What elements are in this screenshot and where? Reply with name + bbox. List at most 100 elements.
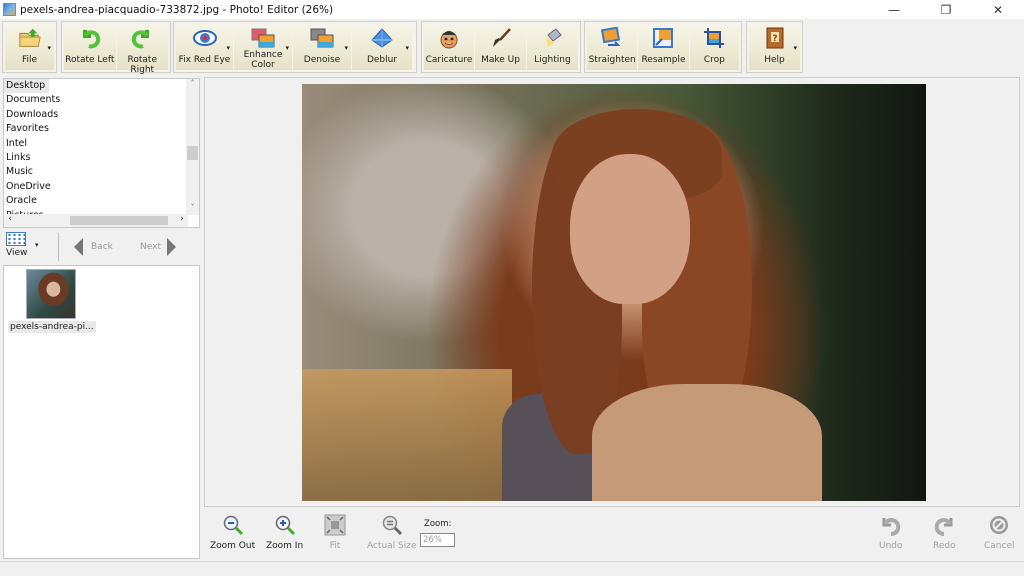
enhance-color-button[interactable]: Enhance Color ▾ [234,24,292,70]
rotate-right-label: Rotate Right [127,55,157,75]
scroll-up-icon[interactable]: ˄ [186,79,199,91]
fit-label: Fit [329,541,341,551]
help-label: Help [764,55,785,65]
caricature-button[interactable]: Caricature [424,24,474,70]
next-label: Next [140,242,161,252]
resample-icon [651,27,675,49]
redo-icon [933,514,955,536]
next-button[interactable]: Next [140,238,176,256]
deblur-button[interactable]: Deblur ▾ [352,24,412,70]
straighten-button[interactable]: Straighten [587,24,638,70]
grid-view-icon [6,232,26,246]
chevron-down-icon[interactable]: ▾ [793,44,797,52]
folder-item-documents[interactable]: Documents [4,93,199,107]
sidebar: Desktop Documents Downloads Favorites In… [0,75,205,561]
folder-item-favorites[interactable]: Favorites [4,122,199,136]
zoom-input[interactable]: 26% [420,533,455,547]
folder-item-desktop[interactable]: Desktop [4,79,50,94]
svg-text:?: ? [772,34,777,44]
folder-list[interactable]: Desktop Documents Downloads Favorites In… [3,78,200,228]
toolbar-group-rotate: Rotate Left Rotate Right [61,21,171,75]
minimize-button[interactable]: — [868,0,920,19]
toolbar-group-help: ? Help ▾ [746,21,803,73]
make-up-button[interactable]: Make Up [475,24,526,70]
arrow-right-icon [166,238,176,256]
file-button[interactable]: File ▾ [5,24,54,70]
undo-icon [880,514,902,536]
scroll-thumb[interactable] [70,216,168,225]
photo-preview[interactable] [302,84,926,501]
lamp-icon [541,27,565,49]
folder-item-downloads[interactable]: Downloads [4,108,199,122]
rotate-left-button[interactable]: Rotate Left [64,24,116,70]
folder-item-links[interactable]: Links [4,151,199,165]
image-canvas[interactable] [204,77,1020,507]
actual-size-label: Actual Size [367,541,417,551]
fix-red-eye-label: Fix Red Eye [178,55,231,65]
thumbnail-item[interactable]: pexels-andrea-pi... [8,269,96,333]
fit-button[interactable]: Fit [324,514,346,551]
make-up-label: Make Up [481,55,520,65]
resample-button[interactable]: Resample [638,24,689,70]
chevron-down-icon[interactable]: ▾ [344,44,348,52]
scroll-left-icon[interactable]: ‹ [4,214,16,227]
toolbar: File ▾ Rotate Left Rotate Right Fix Red … [0,19,1024,75]
enhance-color-label: Enhance Color [243,50,283,70]
caricature-label: Caricature [425,55,473,65]
view-button[interactable]: View ▾ [4,232,40,262]
folder-item-music[interactable]: Music [4,165,199,179]
close-button[interactable]: ✕ [972,0,1024,19]
help-button[interactable]: ? Help ▾ [749,24,800,70]
chevron-down-icon[interactable]: ▾ [226,44,230,52]
folder-vertical-scrollbar[interactable]: ˄ ˅ [186,79,199,215]
toolbar-group-retouch: Caricature Make Up Lighting [421,21,581,73]
fix-red-eye-button[interactable]: Fix Red Eye ▾ [176,24,233,70]
cancel-label: Cancel [984,541,1015,551]
folder-item-oracle[interactable]: Oracle [4,194,199,208]
actual-size-button[interactable]: Actual Size [367,514,417,551]
caricature-face-icon [437,27,461,49]
folder-horizontal-scrollbar[interactable]: ‹ › [4,214,188,227]
chevron-down-icon[interactable]: ▾ [285,44,289,52]
thumbnail-image[interactable] [26,269,76,319]
help-book-icon: ? [763,27,787,49]
toolbar-group-file: File ▾ [2,21,57,73]
scroll-thumb[interactable] [187,146,198,160]
zoom-out-button[interactable]: Zoom Out [210,514,255,551]
enhance-color-icon [251,27,275,49]
undo-button[interactable]: Undo [879,514,903,551]
zoom-in-button[interactable]: Zoom In [266,514,303,551]
divider [58,233,59,261]
bottom-toolbar: Zoom Out Zoom In Fit Actual Size Zoom: 2… [204,508,1024,558]
makeup-brush-icon [489,27,513,49]
toolbar-group-geometry: Straighten Resample Crop [584,21,742,73]
redo-button[interactable]: Redo [933,514,956,551]
undo-label: Undo [879,541,903,551]
straighten-icon [600,27,624,49]
back-button[interactable]: Back [74,238,113,256]
fit-icon [324,514,346,536]
denoise-button[interactable]: Denoise ▾ [293,24,351,70]
chevron-down-icon[interactable]: ▾ [47,44,51,52]
lighting-label: Lighting [534,55,571,65]
view-label: View [6,248,28,258]
crop-label: Crop [703,55,725,65]
chevron-down-icon[interactable]: ▾ [35,241,39,249]
denoise-label: Denoise [303,55,341,65]
zoom-out-label: Zoom Out [210,541,256,551]
lighting-button[interactable]: Lighting [527,24,578,70]
rotate-left-label: Rotate Left [65,55,115,65]
diamond-icon [370,27,394,49]
cancel-button[interactable]: Cancel [984,514,1015,551]
folder-item-onedrive[interactable]: OneDrive [4,180,199,194]
chevron-down-icon[interactable]: ▾ [405,44,409,52]
crop-button[interactable]: Crop [689,24,739,70]
photo-face [570,154,690,304]
scroll-right-icon[interactable]: › [176,214,188,227]
folder-item-intel[interactable]: Intel [4,137,199,151]
title-bar: pexels-andrea-piacquadio-733872.jpg - Ph… [0,0,1024,19]
rotate-right-button[interactable]: Rotate Right [116,24,168,75]
restore-button[interactable]: ❐ [920,0,972,19]
photo-coat [592,384,822,501]
zoom-out-icon [222,514,244,536]
